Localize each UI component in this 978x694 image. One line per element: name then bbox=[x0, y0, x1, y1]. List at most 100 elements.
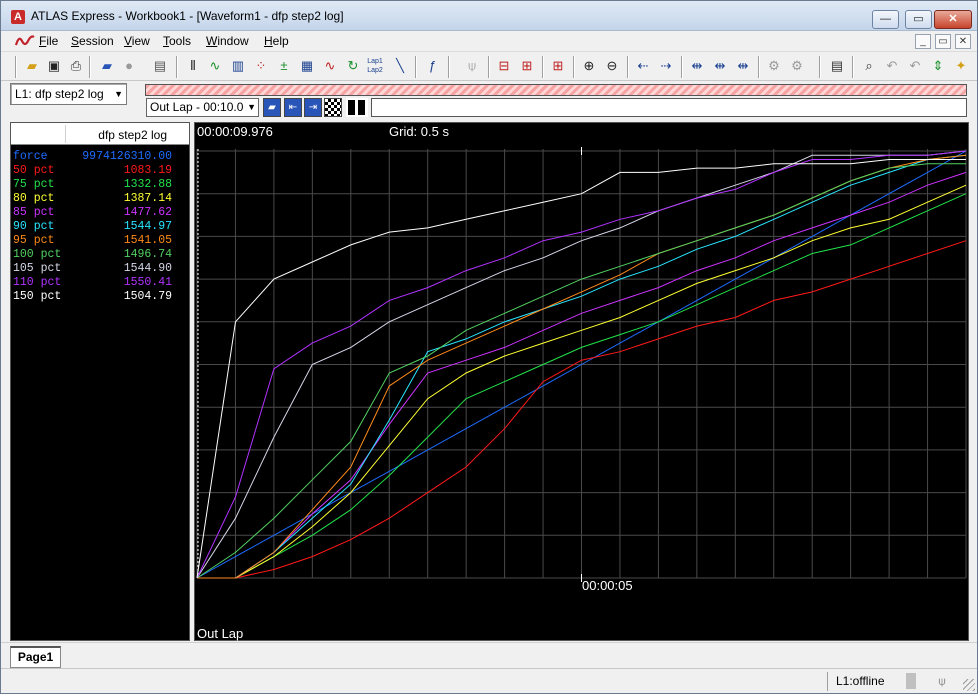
toolbar-separator bbox=[448, 56, 450, 78]
parameter-row[interactable]: 150 pct 1504.79 bbox=[11, 290, 189, 304]
diagonal-line-icon[interactable]: ╲ bbox=[391, 57, 409, 75]
waveform-plot[interactable]: 00:00:09.976 Grid: 0.5 s 00:00:05 Out La… bbox=[194, 122, 969, 641]
parameter-name: 85 pct bbox=[13, 206, 55, 219]
title-bar[interactable]: A ATLAS Express - Workbook1 - [Waveform1… bbox=[1, 1, 977, 31]
fit-icon[interactable]: ⇕ bbox=[929, 57, 947, 75]
lap-previous-button[interactable]: ⇤ bbox=[284, 98, 302, 117]
close-button[interactable]: ✕ bbox=[934, 10, 972, 29]
math-icon[interactable]: ± bbox=[275, 57, 293, 75]
gear-plus-icon[interactable]: ⚙ bbox=[788, 57, 806, 75]
zoom-out-icon[interactable]: ⊖ bbox=[603, 57, 621, 75]
gear-icon[interactable]: ⚙ bbox=[765, 57, 783, 75]
open-session-icon[interactable]: ▰ bbox=[98, 57, 116, 75]
page-setup-icon[interactable]: ▤ bbox=[151, 57, 169, 75]
zoom-reset-icon[interactable]: ⌕ bbox=[860, 57, 878, 75]
parameter-name: 80 pct bbox=[13, 192, 55, 205]
parameter-value: 1504.79 bbox=[123, 290, 172, 303]
lap-open-button[interactable]: ▰ bbox=[263, 98, 281, 117]
parameter-row[interactable]: 95 pct 1541.05 bbox=[11, 234, 189, 248]
sine-wave-icon[interactable]: ∿ bbox=[321, 57, 339, 75]
lap-cycle-icon[interactable]: ↻ bbox=[344, 57, 362, 75]
parameter-row[interactable]: 80 pct 1387.14 bbox=[11, 192, 189, 206]
lap-next-button[interactable]: ⇥ bbox=[304, 98, 322, 117]
undo-icon[interactable]: ↶ bbox=[883, 57, 901, 75]
session-dropdown[interactable]: L1: dfp step2 log ▼ bbox=[10, 83, 127, 105]
resize-grip[interactable] bbox=[963, 679, 975, 691]
parameter-row[interactable]: 110 pct 1550.41 bbox=[11, 276, 189, 290]
parameter-row[interactable]: 75 pct 1332.88 bbox=[11, 178, 189, 192]
colormap-icon[interactable]: ▦ bbox=[298, 57, 316, 75]
lap-timeline-strip[interactable] bbox=[145, 84, 967, 96]
values-panel-header[interactable]: dfp step2 log bbox=[11, 123, 189, 145]
chevron-down-icon: ▼ bbox=[247, 102, 256, 112]
atlas-app-icon[interactable]: A bbox=[11, 10, 25, 24]
histogram-icon[interactable]: ▥ bbox=[229, 57, 247, 75]
lap-dropdown[interactable]: Out Lap - 00:10.0 ▼ bbox=[146, 98, 259, 117]
grid-spacing-label: Grid: 0.5 s bbox=[389, 124, 449, 139]
menu-file[interactable]: File bbox=[39, 34, 58, 48]
parameter-list: force 9974126310.00 50 pct 1083.19 75 pct 133… bbox=[11, 150, 189, 304]
split-vertical-icon[interactable]: ⊞ bbox=[518, 57, 536, 75]
parameter-row[interactable]: 100 pct 1496.74 bbox=[11, 248, 189, 262]
vertical-bars-icon[interactable]: ⦀ bbox=[184, 57, 202, 75]
menu-help[interactable]: Help bbox=[264, 34, 289, 48]
menu-session[interactable]: Session bbox=[71, 34, 114, 48]
minimize-button[interactable]: — bbox=[872, 10, 899, 29]
parameter-row[interactable]: 105 pct 1544.90 bbox=[11, 262, 189, 276]
parameter-row[interactable]: force 9974126310.00 bbox=[11, 150, 189, 164]
tab-page1[interactable]: Page1 bbox=[10, 646, 61, 668]
antenna-icon[interactable]: ⍦ bbox=[463, 57, 481, 75]
save-icon[interactable]: ▣ bbox=[45, 57, 63, 75]
column-divider[interactable] bbox=[65, 125, 66, 143]
lap-dropdown-value: Out Lap - 00:10.0 bbox=[150, 100, 244, 114]
parameter-row[interactable]: 85 pct 1477.62 bbox=[11, 206, 189, 220]
waveform-chart[interactable] bbox=[195, 123, 968, 640]
record-icon[interactable]: ● bbox=[120, 57, 138, 75]
menu-view[interactable]: View bbox=[124, 34, 150, 48]
checkered-flag-icon[interactable]: ▦ bbox=[324, 98, 342, 117]
align-right-icon[interactable]: ⇹ bbox=[734, 57, 752, 75]
print-icon[interactable]: ⎙ bbox=[67, 57, 85, 75]
main-toolbar: ▰ ▣ ⎙ ▰ ● ▤ ⦀ ∿ ▥ ⁘ ± ▦ ∿ ↻ Lap1 Lap2 ╲ … bbox=[1, 51, 977, 81]
properties-icon[interactable]: ▤ bbox=[828, 57, 846, 75]
connection-status: L1:offline bbox=[836, 674, 885, 688]
mdi-restore-button[interactable]: ▭ bbox=[935, 34, 951, 49]
lap-marker-block bbox=[348, 100, 355, 115]
parameter-value: 1544.90 bbox=[123, 262, 172, 275]
pan-left-icon[interactable]: ⇠ bbox=[634, 57, 652, 75]
mdi-minimize-button[interactable]: _ bbox=[915, 34, 931, 49]
parameter-row[interactable]: 50 pct 1083.19 bbox=[11, 164, 189, 178]
pan-right-icon[interactable]: ⇢ bbox=[657, 57, 675, 75]
function-icon[interactable]: ƒ bbox=[423, 57, 441, 75]
lap-compare-icon[interactable]: Lap1 Lap2 bbox=[366, 57, 384, 75]
menu-bar: File Session View Tools Window Help _ ▭ ✕ bbox=[1, 31, 977, 51]
toolbar-separator bbox=[819, 56, 821, 78]
session-dropdown-value: L1: dfp step2 log bbox=[15, 87, 104, 101]
parameter-name: 110 pct bbox=[13, 276, 62, 289]
atlas-wave-icon[interactable] bbox=[15, 33, 35, 49]
lightbulb-icon[interactable]: ✦ bbox=[952, 57, 970, 75]
cursor-time-readout: 00:00:09.976 bbox=[197, 124, 273, 139]
antenna-icon: ⍦ bbox=[938, 674, 946, 688]
parameter-row[interactable]: 90 pct 1544.97 bbox=[11, 220, 189, 234]
parameter-value: 1544.97 bbox=[123, 220, 172, 233]
menu-tools[interactable]: Tools bbox=[163, 34, 191, 48]
zoom-in-icon[interactable]: ⊕ bbox=[580, 57, 598, 75]
menu-window[interactable]: Window bbox=[206, 34, 249, 48]
parameter-value: 1550.41 bbox=[123, 276, 172, 289]
scatter-icon[interactable]: ⁘ bbox=[252, 57, 270, 75]
toolbar-separator bbox=[176, 56, 178, 78]
waveform-icon[interactable]: ∿ bbox=[206, 57, 224, 75]
align-center-icon[interactable]: ⇹ bbox=[711, 57, 729, 75]
toolbar-separator bbox=[542, 56, 544, 78]
open-folder-icon[interactable]: ▰ bbox=[23, 57, 41, 75]
split-horizontal-icon[interactable]: ⊟ bbox=[495, 57, 513, 75]
parameter-name: 95 pct bbox=[13, 234, 55, 247]
values-panel-session-name: dfp step2 log bbox=[98, 128, 167, 142]
redo-icon[interactable]: ↶ bbox=[906, 57, 924, 75]
mdi-close-button[interactable]: ✕ bbox=[955, 34, 971, 49]
align-left-icon[interactable]: ⇹ bbox=[688, 57, 706, 75]
maximize-button[interactable]: ▭ bbox=[905, 10, 932, 29]
lap-progress-bar[interactable] bbox=[371, 98, 967, 117]
grid-cursor-icon[interactable]: ⊞ bbox=[549, 57, 567, 75]
